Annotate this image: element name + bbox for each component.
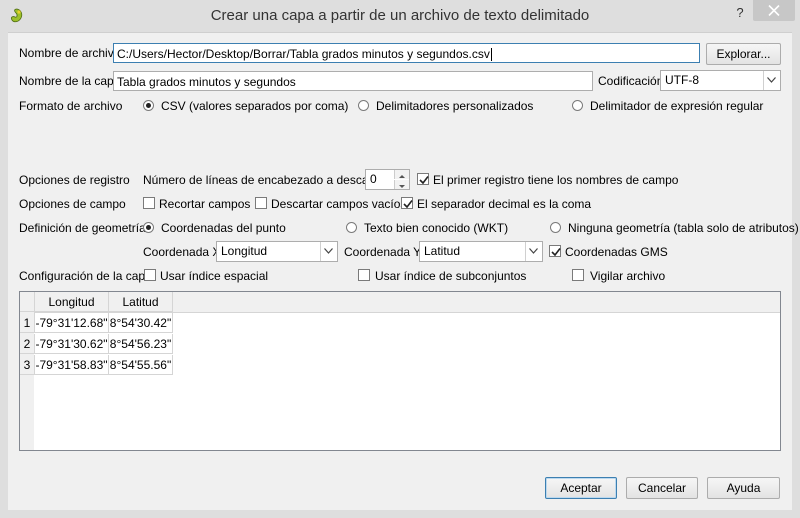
chevron-down-icon <box>763 71 780 90</box>
spatial-index-checkbox[interactable] <box>144 269 156 281</box>
watch-file-label[interactable]: Vigilar archivo <box>590 269 665 283</box>
geometry-point-radio[interactable] <box>143 222 154 233</box>
check-icon <box>551 248 561 257</box>
header-lines-spinbox[interactable]: 0 <box>365 169 410 190</box>
first-record-checkbox[interactable] <box>417 173 429 185</box>
file-format-label: Formato de archivo <box>19 99 123 113</box>
layer-settings-label: Configuración de la capa <box>19 269 152 283</box>
table-cell[interactable]: -79°31'58.83" <box>35 355 109 375</box>
format-regex-label[interactable]: Delimitador de expresión regular <box>590 99 763 113</box>
table-cell[interactable]: -79°31'30.62" <box>35 334 109 354</box>
format-csv-radio[interactable] <box>143 100 154 111</box>
row-header[interactable]: 3 <box>20 355 35 375</box>
geometry-wkt-radio[interactable] <box>346 222 357 233</box>
file-name-input[interactable]: C:/Users/Hector/Desktop/Borrar/Tabla gra… <box>113 43 700 63</box>
column-header-latitud[interactable]: Latitud <box>109 292 173 312</box>
geometry-point-label[interactable]: Coordenadas del punto <box>161 221 286 235</box>
cancel-button[interactable]: Cancelar <box>626 477 698 499</box>
y-coordinate-select[interactable]: Latitud <box>419 241 543 262</box>
window-frame-right <box>792 32 800 518</box>
window-frame-bottom <box>0 510 800 518</box>
geometry-none-radio[interactable] <box>550 222 561 233</box>
decimal-comma-label[interactable]: El separador decimal es la coma <box>417 197 591 211</box>
table-cell[interactable]: 8°54'30.42" <box>109 313 173 333</box>
discard-empty-checkbox[interactable] <box>255 197 267 209</box>
decimal-comma-checkbox[interactable] <box>401 197 413 209</box>
discard-empty-label[interactable]: Descartar campos vacíos <box>271 197 406 211</box>
subset-index-checkbox[interactable] <box>358 269 370 281</box>
format-custom-label[interactable]: Delimitadores personalizados <box>376 99 533 113</box>
spin-up-icon[interactable] <box>394 170 409 179</box>
encoding-select[interactable]: UTF-8 <box>660 70 781 91</box>
trim-fields-checkbox[interactable] <box>143 197 155 209</box>
help-title-button[interactable]: ? <box>728 4 752 22</box>
table-cell[interactable]: 8°54'56.23" <box>109 334 173 354</box>
help-button[interactable]: Ayuda <box>707 477 780 499</box>
ok-button[interactable]: Aceptar <box>545 477 617 499</box>
window-frame-left <box>0 32 8 518</box>
spatial-index-label[interactable]: Usar índice espacial <box>160 269 268 283</box>
dms-coordinates-label[interactable]: Coordenadas GMS <box>565 245 668 259</box>
close-button[interactable] <box>753 0 795 21</box>
geometry-none-label[interactable]: Ninguna geometría (tabla solo de atribut… <box>568 221 799 235</box>
layer-name-label: Nombre de la capa <box>19 74 121 88</box>
x-coordinate-label: Coordenada X <box>143 245 221 259</box>
check-icon <box>419 176 429 185</box>
format-csv-label[interactable]: CSV (valores separados por coma) <box>161 99 348 113</box>
watch-file-checkbox[interactable] <box>572 269 584 281</box>
spin-down-icon[interactable] <box>394 180 409 189</box>
table-corner <box>20 292 35 312</box>
first-record-label[interactable]: El primer registro tiene los nombres de … <box>433 173 678 187</box>
trim-fields-label[interactable]: Recortar campos <box>159 197 250 211</box>
file-name-label: Nombre de archivo <box>19 46 121 60</box>
layer-name-input[interactable]: Tabla grados minutos y segundos <box>113 71 593 91</box>
y-coordinate-label: Coordenada Y <box>344 245 422 259</box>
format-custom-radio[interactable] <box>358 100 369 111</box>
row-header[interactable]: 1 <box>20 313 35 333</box>
chevron-down-icon <box>525 242 542 261</box>
subset-index-label[interactable]: Usar índice de subconjuntos <box>375 269 526 283</box>
geometry-wkt-label[interactable]: Texto bien conocido (WKT) <box>364 221 508 235</box>
dms-coordinates-checkbox[interactable] <box>549 245 561 257</box>
encoding-label: Codificación <box>598 74 664 88</box>
header-lines-label: Número de líneas de encabezado a descart… <box>143 173 387 187</box>
x-coordinate-select[interactable]: Longitud <box>216 241 338 262</box>
record-options-label: Opciones de registro <box>19 173 130 187</box>
check-icon <box>403 200 413 209</box>
sample-data-table[interactable]: Longitud Latitud 1 -79°31'12.68" 8°54'30… <box>19 291 781 451</box>
browse-button[interactable]: Explorar... <box>706 43 781 65</box>
table-cell[interactable]: 8°54'55.56" <box>109 355 173 375</box>
row-header[interactable]: 2 <box>20 334 35 354</box>
chevron-down-icon <box>320 242 337 261</box>
format-regex-radio[interactable] <box>572 100 583 111</box>
column-header-longitud[interactable]: Longitud <box>35 292 109 312</box>
geometry-definition-label: Definición de geometría <box>19 221 146 235</box>
window-title: Crear una capa a partir de un archivo de… <box>210 7 590 24</box>
table-cell[interactable]: -79°31'12.68" <box>35 313 109 333</box>
field-options-label: Opciones de campo <box>19 197 126 211</box>
close-icon <box>768 5 780 16</box>
